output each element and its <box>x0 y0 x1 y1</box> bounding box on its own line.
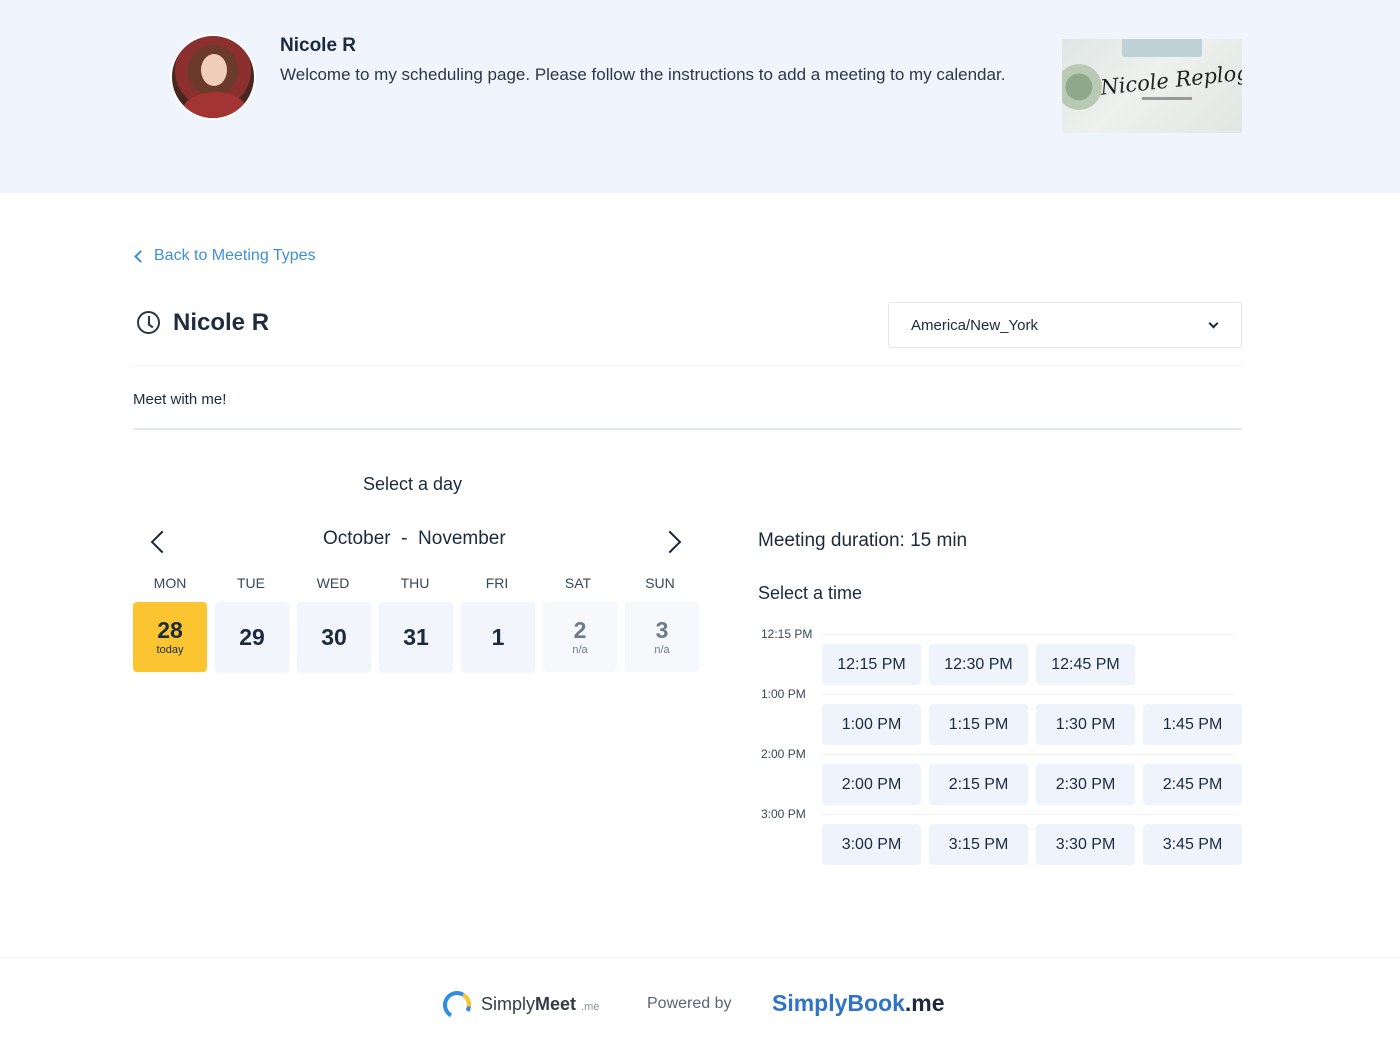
weekday-sat: SAT <box>564 575 592 591</box>
meeting-duration: Meeting duration: 15 min <box>758 530 968 551</box>
host-name: Nicole R <box>280 35 357 56</box>
day-cell-2: 2 n/a <box>543 602 617 672</box>
hour-divider <box>822 814 1234 815</box>
time-slot[interactable]: 12:30 PM <box>929 644 1028 685</box>
chevron-down-icon <box>1208 318 1219 329</box>
time-slot[interactable]: 12:45 PM <box>1036 644 1135 685</box>
profile-header: Nicole R Welcome to my scheduling page. … <box>0 0 1400 193</box>
hour-label: 3:00 PM <box>761 807 806 821</box>
hour-label: 2:00 PM <box>761 747 806 761</box>
hour-divider <box>822 634 1234 635</box>
clock-icon <box>137 311 160 334</box>
weekday-thu: THU <box>400 575 430 591</box>
simplymeet-part-3: .me <box>581 1001 600 1013</box>
month-label: October - November <box>323 528 506 549</box>
powered-by-label: Powered by <box>647 995 732 1012</box>
simplymeet-logo[interactable]: SimplyMeet .me <box>481 994 599 1015</box>
day-number: 31 <box>403 623 429 650</box>
time-slot[interactable]: 1:30 PM <box>1036 704 1135 745</box>
avatar <box>170 34 256 120</box>
time-slot[interactable]: 2:45 PM <box>1143 764 1242 805</box>
back-link-label: Back to Meeting Types <box>154 247 316 264</box>
day-cell-29[interactable]: 29 <box>215 602 289 672</box>
logo-signature: Nicole Replogle <box>1099 58 1242 100</box>
simplybook-logo[interactable]: SimplyBook.me <box>772 990 945 1017</box>
time-slot[interactable]: 1:00 PM <box>822 704 921 745</box>
day-sublabel: n/a <box>654 643 670 656</box>
simplymeet-part-2: Meet <box>535 994 577 1014</box>
back-to-meeting-types-link[interactable]: Back to Meeting Types <box>132 247 316 265</box>
simplybook-part-1: SimplyBook <box>772 990 905 1016</box>
divider <box>133 365 1242 366</box>
day-cell-31[interactable]: 31 <box>379 602 453 672</box>
timezone-value: America/New_York <box>911 316 1038 334</box>
time-slot[interactable]: 2:15 PM <box>929 764 1028 805</box>
day-cell-1[interactable]: 1 <box>461 602 535 672</box>
simplymeet-part-1: Simply <box>481 994 536 1014</box>
simplybook-part-2: .me <box>904 990 945 1016</box>
weekday-tue: TUE <box>237 575 265 591</box>
day-number: 28 <box>157 616 183 643</box>
hour-label: 12:15 PM <box>761 627 813 641</box>
time-slot[interactable]: 3:15 PM <box>929 824 1028 865</box>
day-sublabel: today <box>156 643 184 656</box>
day-number: 30 <box>321 623 347 650</box>
chevron-left-icon <box>134 249 147 263</box>
meeting-description: Meet with me! <box>133 391 227 408</box>
divider <box>133 428 1242 430</box>
time-slot[interactable]: 2:00 PM <box>822 764 921 805</box>
select-day-heading: Select a day <box>363 474 463 494</box>
welcome-message: Welcome to my scheduling page. Please fo… <box>280 65 1006 84</box>
hour-divider <box>822 754 1234 755</box>
simplymeet-logo-icon <box>443 991 471 1019</box>
time-slot[interactable]: 3:45 PM <box>1143 824 1242 865</box>
weekday-mon: MON <box>153 575 187 591</box>
time-slot[interactable]: 2:30 PM <box>1036 764 1135 805</box>
day-number: 1 <box>491 623 505 650</box>
time-slot[interactable]: 12:15 PM <box>822 644 921 685</box>
day-number: 3 <box>655 616 669 643</box>
day-cell-30[interactable]: 30 <box>297 602 371 672</box>
footer-divider <box>0 957 1400 958</box>
weekday-sun: SUN <box>645 575 675 591</box>
select-time-heading: Select a time <box>758 583 863 603</box>
time-slot[interactable]: 1:15 PM <box>929 704 1028 745</box>
hour-label: 1:00 PM <box>761 687 806 701</box>
time-slot[interactable]: 3:30 PM <box>1036 824 1135 865</box>
day-cell-28[interactable]: 28 today <box>133 602 207 672</box>
timezone-select[interactable]: America/New_York <box>888 302 1242 348</box>
hour-divider <box>822 694 1234 695</box>
weekday-wed: WED <box>316 575 350 591</box>
time-slot[interactable]: 3:00 PM <box>822 824 921 865</box>
day-number: 2 <box>573 616 587 643</box>
time-slot[interactable]: 1:45 PM <box>1143 704 1242 745</box>
meeting-title: Nicole R <box>173 309 270 336</box>
company-logo: Nicole Replogle <box>1062 39 1242 133</box>
previous-week-button[interactable] <box>144 527 174 557</box>
day-sublabel: n/a <box>572 643 588 656</box>
day-cell-3: 3 n/a <box>625 602 699 672</box>
weekday-fri: FRI <box>485 575 509 591</box>
next-week-button[interactable] <box>660 527 690 557</box>
day-number: 29 <box>239 623 265 650</box>
